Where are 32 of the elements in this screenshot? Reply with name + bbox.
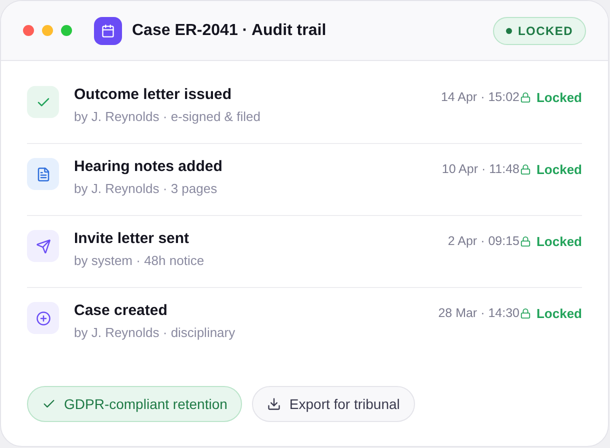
event-time: 28 Mar · 14:30 [438, 305, 520, 322]
event-title: Hearing notes added [74, 157, 222, 177]
event-detail: by J. Reynolds · 3 pages [74, 180, 218, 198]
maximize-icon[interactable] [61, 25, 72, 36]
lock-icon [520, 308, 532, 320]
event-detail: by J. Reynolds · e-signed & filed [74, 108, 260, 126]
lock-status: Locked [536, 89, 582, 107]
retention-button[interactable]: GDPR-compliant retention [27, 386, 242, 422]
minimize-icon[interactable] [42, 25, 53, 36]
check-icon [27, 86, 59, 118]
event-detail: by J. Reynolds · disciplinary [74, 324, 236, 342]
close-icon[interactable] [23, 25, 34, 36]
event-title: Invite letter sent [74, 229, 190, 249]
lock-status: Locked [536, 305, 582, 323]
event-time: 10 Apr · 11:48 [442, 161, 520, 178]
window-title: Case ER-2041 · Audit trail [132, 20, 326, 40]
status-badge: LOCKED [493, 16, 586, 44]
lock-status: Locked [536, 233, 582, 251]
document-icon [27, 158, 59, 190]
event-detail: by system · 48h notice [74, 252, 204, 270]
event-time: 2 Apr · 09:15 [448, 233, 520, 250]
lock-status: Locked [536, 161, 582, 179]
event-title: Outcome letter issued [74, 85, 233, 105]
download-icon [267, 397, 282, 411]
event-time: 14 Apr · 15:02 [440, 89, 520, 106]
event-title: Case created [74, 301, 168, 321]
lock-icon [520, 236, 532, 248]
calendar-icon [94, 16, 122, 44]
lock-icon [520, 92, 532, 104]
export-button[interactable]: Export for tribunal [252, 386, 415, 422]
paper-plane-icon [27, 230, 59, 262]
lock-icon [520, 164, 532, 176]
